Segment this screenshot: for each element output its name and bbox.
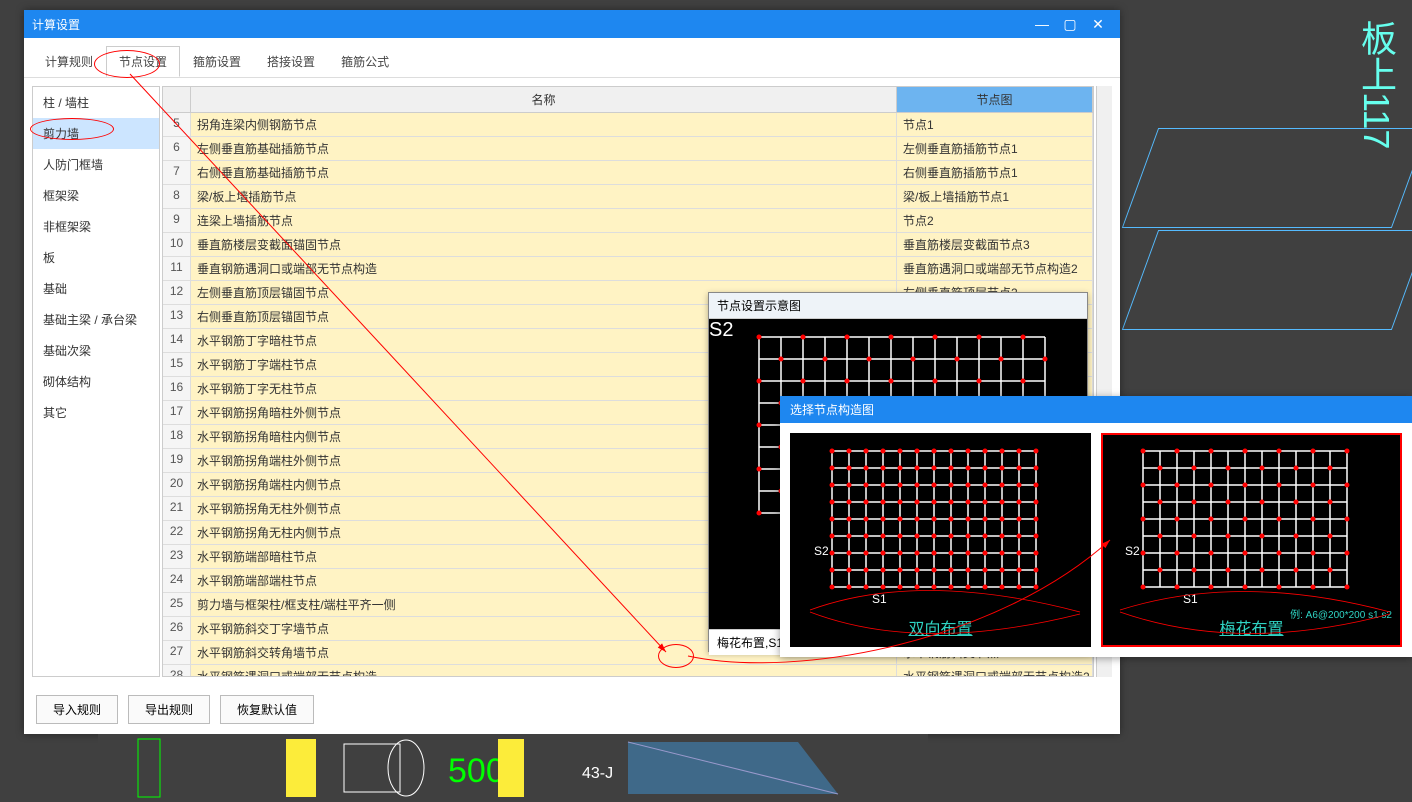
preview-title: 节点设置示意图: [709, 293, 1087, 319]
table-header: 名称 节点图: [163, 87, 1093, 113]
cad-num: 500: [448, 752, 505, 790]
table-row[interactable]: 5拐角连梁内侧钢筋节点节点1: [163, 113, 1093, 137]
import-rules-button[interactable]: 导入规则: [36, 695, 118, 724]
cell-index: 6: [163, 137, 191, 160]
cell-index: 10: [163, 233, 191, 256]
sidebar-item-2[interactable]: 人防门框墙: [33, 149, 159, 180]
table-row[interactable]: 6左侧垂直筋基础插筋节点左侧垂直筋插筋节点1: [163, 137, 1093, 161]
sidebar-item-9[interactable]: 砌体结构: [33, 366, 159, 397]
cell-index: 20: [163, 473, 191, 496]
cell-index: 22: [163, 521, 191, 544]
svg-text:S2: S2: [814, 544, 829, 558]
table-row[interactable]: 9连梁上墙插筋节点节点2: [163, 209, 1093, 233]
th-index: [163, 87, 191, 112]
cell-index: 9: [163, 209, 191, 232]
table-row[interactable]: 28水平钢筋遇洞口或端部无节点构造水平钢筋遇洞口或端部无节点构造2: [163, 665, 1093, 676]
layout-option-0[interactable]: S1 S2 双向布置: [790, 433, 1091, 647]
table-row[interactable]: 10垂直筋楼层变截面锚固节点垂直筋楼层变截面节点3: [163, 233, 1093, 257]
sidebar-item-1[interactable]: 剪力墙: [33, 118, 159, 149]
cad-label: 43-J: [582, 765, 613, 782]
cell-index: 28: [163, 665, 191, 676]
sidebar-item-0[interactable]: 柱 / 墙柱: [33, 87, 159, 118]
svg-text:S1: S1: [1183, 592, 1198, 605]
tab-3[interactable]: 搭接设置: [254, 46, 328, 77]
cell-name: 梁/板上墙插筋节点: [191, 185, 897, 208]
tab-0[interactable]: 计算规则: [32, 46, 106, 77]
sidebar-item-10[interactable]: 其它: [33, 397, 159, 428]
sidebar-item-6[interactable]: 基础: [33, 273, 159, 304]
cell-node[interactable]: 梁/板上墙插筋节点1: [897, 185, 1093, 208]
category-sidebar: 柱 / 墙柱剪力墙人防门框墙框架梁非框架梁板基础基础主梁 / 承台梁基础次梁砌体…: [32, 86, 160, 677]
tab-2[interactable]: 箍筋设置: [180, 46, 254, 77]
select-popup-title: 选择节点构造图: [780, 396, 1412, 423]
cell-index: 11: [163, 257, 191, 280]
cell-index: 5: [163, 113, 191, 136]
tab-4[interactable]: 箍筋公式: [328, 46, 402, 77]
sidebar-item-7[interactable]: 基础主梁 / 承台梁: [33, 304, 159, 335]
sidebar-item-8[interactable]: 基础次梁: [33, 335, 159, 366]
cell-index: 19: [163, 449, 191, 472]
titlebar[interactable]: 计算设置 — ▢ ✕: [24, 10, 1120, 38]
cell-index: 12: [163, 281, 191, 304]
reset-defaults-button[interactable]: 恢复默认值: [220, 695, 314, 724]
cell-index: 18: [163, 425, 191, 448]
export-rules-button[interactable]: 导出规则: [128, 695, 210, 724]
maximize-button[interactable]: ▢: [1056, 14, 1084, 34]
cell-node[interactable]: 左侧垂直筋插筋节点1: [897, 137, 1093, 160]
cell-node[interactable]: 垂直筋楼层变截面节点3: [897, 233, 1093, 256]
cell-node[interactable]: 节点2: [897, 209, 1093, 232]
cell-node[interactable]: 水平钢筋遇洞口或端部无节点构造2: [897, 665, 1093, 676]
cell-node[interactable]: 节点1: [897, 113, 1093, 136]
sidebar-item-5[interactable]: 板: [33, 242, 159, 273]
cell-name: 水平钢筋遇洞口或端部无节点构造: [191, 665, 897, 676]
option-label: 双向布置: [908, 615, 972, 639]
cell-index: 16: [163, 377, 191, 400]
tab-1[interactable]: 节点设置: [106, 46, 180, 77]
cell-name: 右侧垂直筋基础插筋节点: [191, 161, 897, 184]
cell-index: 27: [163, 641, 191, 664]
table-row[interactable]: 8梁/板上墙插筋节点梁/板上墙插筋节点1: [163, 185, 1093, 209]
dialog-title: 计算设置: [32, 16, 1028, 33]
select-popup-body: S1 S2 双向布置 S1 S2 梅花布置例: A6@200*200 s1 s2: [780, 423, 1412, 657]
select-node-popup: 选择节点构造图 S1 S2 双向布置 S1 S2 梅花布置例: A6@200*200 s1…: [780, 396, 1412, 656]
cell-node[interactable]: 右侧垂直筋插筋节点1: [897, 161, 1093, 184]
cell-index: 23: [163, 545, 191, 568]
cad-rect-2: [1122, 230, 1412, 330]
option-note: 例: A6@200*200 s1 s2: [1290, 606, 1392, 621]
dialog-footer: 导入规则 导出规则 恢复默认值: [24, 685, 1120, 734]
cell-node[interactable]: 垂直筋遇洞口或端部无节点构造2: [897, 257, 1093, 280]
cell-index: 14: [163, 329, 191, 352]
svg-text:S2: S2: [1125, 544, 1140, 558]
sidebar-item-3[interactable]: 框架梁: [33, 180, 159, 211]
th-node: 节点图: [897, 87, 1093, 112]
close-button[interactable]: ✕: [1084, 14, 1112, 34]
layout-option-1[interactable]: S1 S2 梅花布置例: A6@200*200 s1 s2: [1101, 433, 1402, 647]
th-name: 名称: [191, 87, 897, 112]
cell-index: 17: [163, 401, 191, 424]
cell-index: 15: [163, 353, 191, 376]
minimize-button[interactable]: —: [1028, 14, 1056, 34]
table-row[interactable]: 11垂直钢筋遇洞口或端部无节点构造垂直筋遇洞口或端部无节点构造2: [163, 257, 1093, 281]
cell-index: 7: [163, 161, 191, 184]
table-row[interactable]: 7右侧垂直筋基础插筋节点右侧垂直筋插筋节点1: [163, 161, 1093, 185]
cad-bottom-strip: 500 43-J: [98, 734, 928, 802]
cell-index: 24: [163, 569, 191, 592]
cell-index: 13: [163, 305, 191, 328]
cell-name: 垂直筋楼层变截面锚固节点: [191, 233, 897, 256]
cell-name: 垂直钢筋遇洞口或端部无节点构造: [191, 257, 897, 280]
cad-rect-1: [1122, 128, 1412, 228]
sidebar-item-4[interactable]: 非框架梁: [33, 211, 159, 242]
tab-bar: 计算规则节点设置箍筋设置搭接设置箍筋公式: [24, 42, 1120, 78]
cell-index: 25: [163, 593, 191, 616]
cell-name: 左侧垂直筋基础插筋节点: [191, 137, 897, 160]
cell-index: 21: [163, 497, 191, 520]
cell-index: 8: [163, 185, 191, 208]
cell-name: 拐角连梁内侧钢筋节点: [191, 113, 897, 136]
svg-text:S1: S1: [872, 592, 887, 605]
cell-index: 26: [163, 617, 191, 640]
preview-s2-label: S2: [709, 319, 733, 341]
cell-name: 连梁上墙插筋节点: [191, 209, 897, 232]
option-label: 梅花布置: [1219, 615, 1283, 639]
